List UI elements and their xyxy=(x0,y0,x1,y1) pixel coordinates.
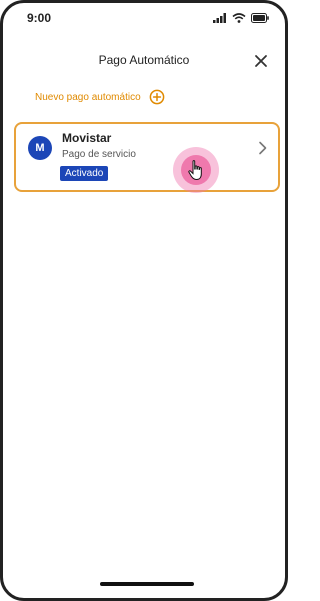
home-indicator xyxy=(100,582,194,586)
status-bar: 9:00 xyxy=(3,3,285,33)
header: Pago Automático xyxy=(3,47,285,75)
payment-card-movistar[interactable]: M Movistar Pago de servicio Activado xyxy=(14,122,280,192)
battery-icon xyxy=(251,13,269,23)
phone-frame: 9:00 Pago Automático Nuevo pago automáti… xyxy=(0,0,288,601)
hand-pointer-icon xyxy=(188,160,202,181)
status-icons xyxy=(213,13,269,23)
wifi-icon xyxy=(232,13,246,23)
new-auto-payment-label: Nuevo pago automático xyxy=(35,91,141,103)
close-icon[interactable] xyxy=(251,51,271,71)
plus-circle-icon xyxy=(149,89,164,105)
page-title: Pago Automático xyxy=(98,53,190,67)
avatar: M xyxy=(28,136,52,160)
status-time: 9:00 xyxy=(27,11,52,25)
status-badge: Activado xyxy=(60,166,109,181)
chevron-right-icon xyxy=(259,141,267,155)
payment-subtitle: Pago de servicio xyxy=(62,149,136,160)
new-auto-payment-button[interactable]: Nuevo pago automático xyxy=(35,89,165,105)
signal-icon xyxy=(213,13,226,23)
payment-title: Movistar xyxy=(62,131,112,145)
